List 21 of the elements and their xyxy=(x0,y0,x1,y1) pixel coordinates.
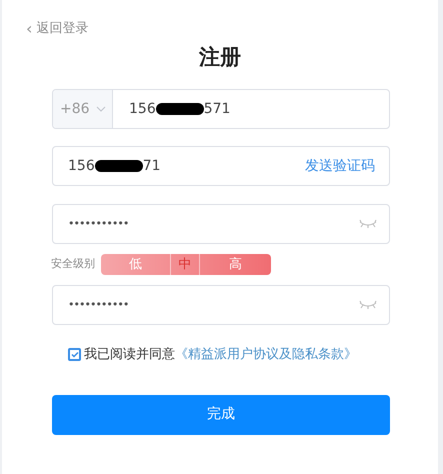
password-input[interactable]: ••••••••••• xyxy=(52,285,390,325)
page-title: 注册 xyxy=(199,44,241,71)
check-icon xyxy=(70,351,78,358)
field-value: 71 xyxy=(142,156,161,176)
strength-level: 高 xyxy=(228,256,243,274)
submit-button[interactable]: 完成 xyxy=(52,394,390,434)
back-link[interactable]: ‹ 返回登录 xyxy=(26,19,88,38)
password-input[interactable]: ••••••••••• xyxy=(52,204,390,244)
send-code-button[interactable]: 发送验证码 xyxy=(305,156,375,176)
code-input[interactable]: 156 71 发送验证码 xyxy=(52,146,390,186)
field-value: 156 xyxy=(68,156,95,176)
strength-level: 中 xyxy=(171,254,200,275)
closed-eye-icon[interactable] xyxy=(359,300,377,310)
strength-label: 安全级别 xyxy=(51,256,95,272)
agreement-text: 我已阅读并同意 xyxy=(84,346,175,364)
agreement-checkbox[interactable] xyxy=(68,348,81,362)
field-value: ••••••••••• xyxy=(68,216,130,232)
strength-level: 低 xyxy=(101,254,171,275)
agreement-link[interactable]: 《精益派用户协议及隐私条款》 xyxy=(175,345,357,364)
closed-eye-icon[interactable] xyxy=(359,219,377,229)
field-value: ••••••••••• xyxy=(68,296,130,313)
